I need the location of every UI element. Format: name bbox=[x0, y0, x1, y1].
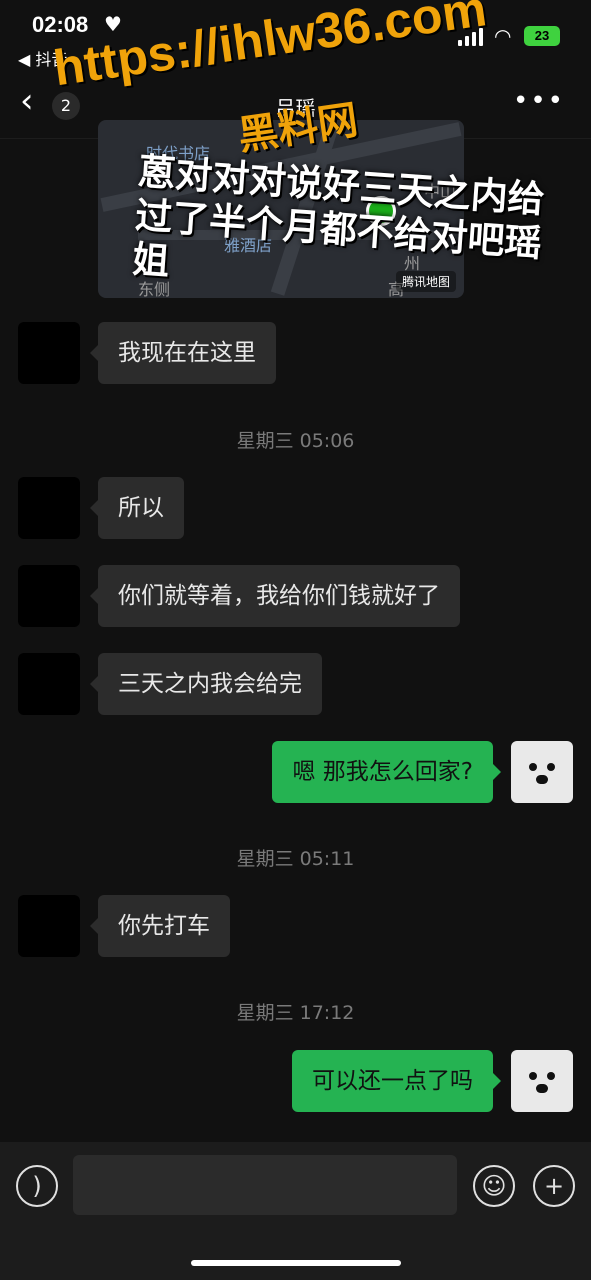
message-timestamp: 星期三 05:06 bbox=[236, 430, 355, 452]
message-bubble[interactable]: 三天之内我会给完 bbox=[90, 653, 322, 715]
avatar[interactable] bbox=[18, 895, 80, 957]
own-avatar[interactable] bbox=[511, 1050, 573, 1112]
message-timestamp: 星期三 17:12 bbox=[236, 1002, 355, 1024]
message-timestamp: 星期三 05:11 bbox=[236, 848, 355, 870]
message-bubble-own[interactable]: 嗯 那我怎么回家? bbox=[272, 741, 501, 803]
home-indicator bbox=[191, 1260, 401, 1266]
emoji-icon[interactable]: ☺ bbox=[473, 1165, 515, 1207]
more-options-icon[interactable]: ••• bbox=[513, 86, 565, 116]
message-bubble-own[interactable]: 可以还一点了吗 bbox=[292, 1050, 501, 1112]
message-bubble[interactable]: 所以 bbox=[90, 477, 184, 539]
plus-icon[interactable]: + bbox=[533, 1165, 575, 1207]
avatar[interactable] bbox=[18, 322, 80, 384]
message-bubble[interactable]: 我现在在这里 bbox=[90, 322, 276, 384]
own-avatar[interactable] bbox=[511, 741, 573, 803]
message-input-bar: ) ☺ + bbox=[0, 1142, 591, 1280]
clock: 02:08 bbox=[32, 12, 89, 37]
avatar[interactable] bbox=[18, 565, 80, 627]
message-bubble[interactable]: 你先打车 bbox=[90, 895, 230, 957]
message-input[interactable] bbox=[73, 1155, 457, 1215]
avatar[interactable] bbox=[18, 477, 80, 539]
voice-icon[interactable]: ) bbox=[16, 1165, 58, 1207]
message-bubble[interactable]: 你们就等着，我给你们钱就好了 bbox=[90, 565, 460, 627]
avatar[interactable] bbox=[18, 653, 80, 715]
